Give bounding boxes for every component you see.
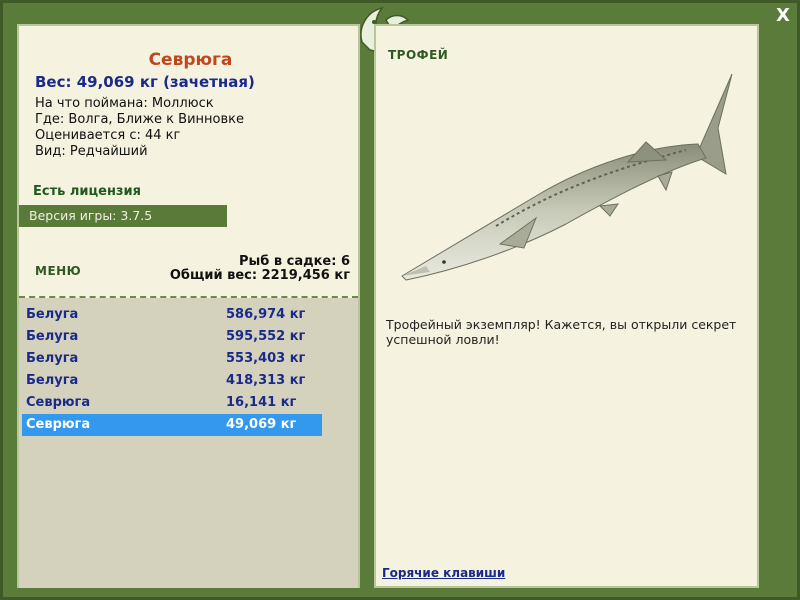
game-version-bar: Версия игры: 3.7.5 [19, 205, 227, 227]
catch-fish-name: Белуга [26, 373, 79, 388]
rating-threshold-info: Оценивается с: 44 кг [35, 128, 181, 143]
close-button[interactable]: X [773, 6, 793, 26]
sturgeon-image [401, 73, 733, 281]
catch-list-row[interactable]: Белуга 586,974 кг [22, 304, 322, 326]
menu-button[interactable]: МЕНЮ [35, 264, 81, 278]
license-status: Есть лицензия [33, 184, 141, 199]
hotkeys-link[interactable]: Горячие клавиши [382, 566, 505, 580]
location-info: Где: Волга, Ближе к Винновке [35, 112, 245, 127]
catch-fish-name: Белуга [26, 351, 79, 366]
catch-list-row[interactable]: Севрюга 49,069 кг [22, 414, 322, 436]
catch-list-row[interactable]: Севрюга 16,141 кг [22, 392, 322, 414]
catch-fish-weight: 553,403 кг [226, 351, 306, 366]
catch-fish-weight: 595,552 кг [226, 329, 306, 344]
catch-list-row[interactable]: Белуга 418,313 кг [22, 370, 322, 392]
catch-fish-name: Белуга [26, 307, 79, 322]
catch-fish-name: Белуга [26, 329, 79, 344]
trophy-panel: ТРОФЕЙ Трофейный экземпляр! Кажется, вы … [374, 24, 759, 588]
cage-fish-count: Рыб в садке: 6 [238, 254, 350, 269]
catch-fish-name: Севрюга [26, 395, 91, 410]
fish-weight: Вес: 49,069 кг (зачетная) [35, 73, 255, 91]
frame-divider [362, 16, 370, 592]
catch-fish-weight: 49,069 кг [226, 417, 297, 432]
catch-list-row[interactable]: Белуга 595,552 кг [22, 326, 322, 348]
fish-details-panel: Севрюга Вес: 49,069 кг (зачетная) На что… [17, 24, 360, 588]
catch-fish-weight: 16,141 кг [226, 395, 297, 410]
bait-info: На что поймана: Моллюск [35, 96, 214, 111]
catch-list: Белуга 586,974 кг Белуга 595,552 кг Белуга 55… [19, 298, 358, 588]
trophy-label: ТРОФЕЙ [388, 48, 449, 62]
catch-fish-name: Севрюга [26, 417, 91, 432]
catch-fish-weight: 418,313 кг [226, 373, 306, 388]
trophy-message: Трофейный экземпляр! Кажется, вы открыли… [386, 317, 737, 347]
species-rarity-info: Вид: Редчайший [35, 144, 148, 159]
catch-fish-weight: 586,974 кг [226, 307, 306, 322]
cage-total-weight: Общий вес: 2219,456 кг [169, 268, 350, 283]
fish-name-title: Севрюга [148, 50, 233, 70]
catch-list-row[interactable]: Белуга 553,403 кг [22, 348, 322, 370]
